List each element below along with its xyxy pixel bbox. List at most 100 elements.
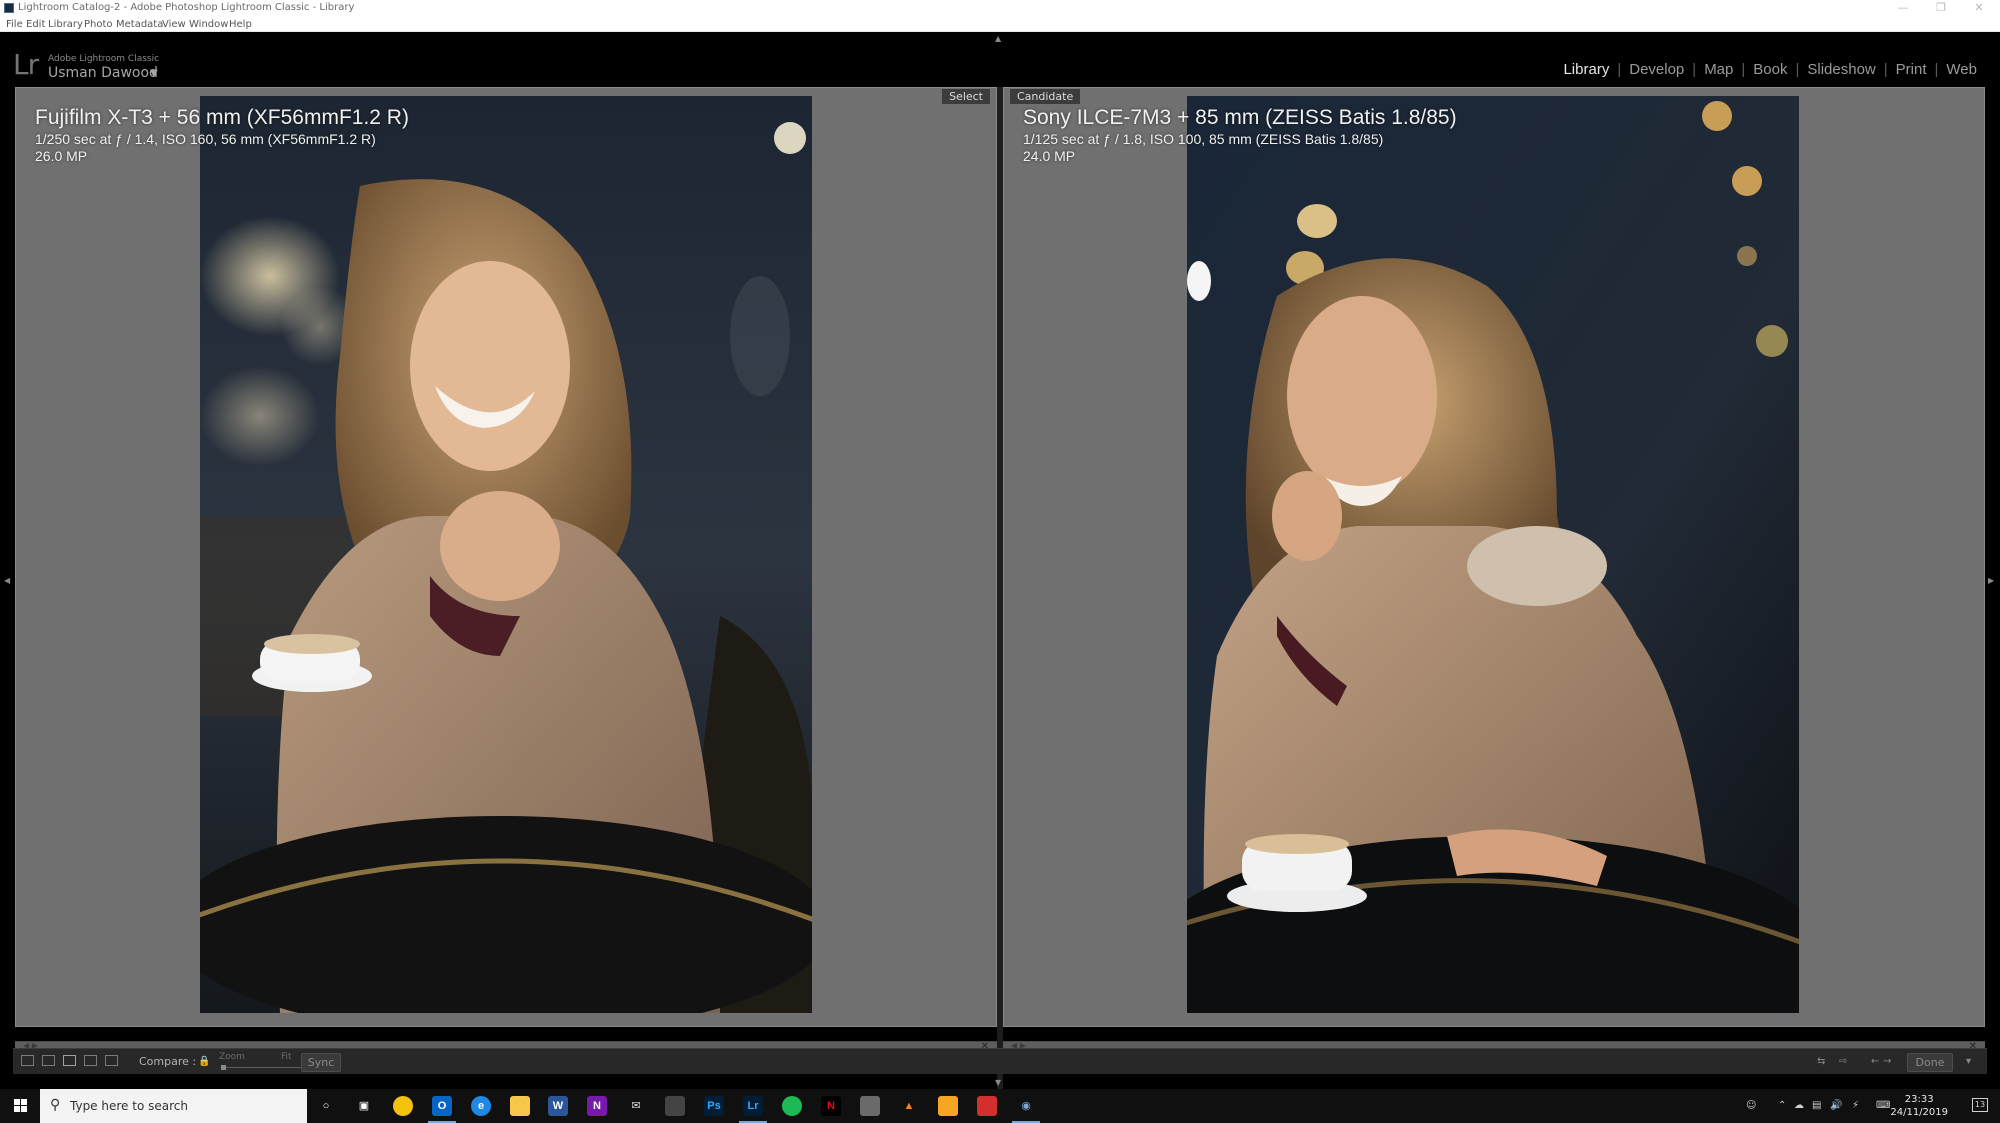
module-book[interactable]: Book	[1745, 61, 1795, 78]
done-button[interactable]: Done	[1907, 1053, 1953, 1072]
prev-arrow-icon[interactable]: ←	[1871, 1056, 1879, 1067]
filmstrip-toggle-icon[interactable]: ▼	[995, 1078, 1001, 1087]
identity-dropdown-icon[interactable]: ▼	[150, 68, 158, 79]
module-slideshow[interactable]: Slideshow	[1799, 61, 1883, 78]
grid-view-icon[interactable]	[21, 1055, 34, 1066]
zoom-slider-knob[interactable]	[221, 1065, 226, 1070]
compare-view-icon[interactable]	[63, 1055, 76, 1066]
zoom-label: Zoom	[219, 1052, 245, 1062]
loupe-view-icon[interactable]	[42, 1055, 55, 1066]
menu-photo[interactable]: Photo	[84, 19, 113, 30]
candidate-megapixels: 24.0 MP	[1023, 148, 1076, 164]
select-megapixels: 26.0 MP	[35, 148, 88, 164]
toolbar-menu-icon[interactable]: ▾	[1966, 1056, 1971, 1067]
calculator-icon[interactable]	[665, 1096, 685, 1116]
people-view-icon[interactable]	[105, 1055, 118, 1066]
candidate-photo-info: Sony ILCE-7M3 + 85 mm (ZEISS Batis 1.8/8…	[1023, 105, 1457, 165]
candidate-exposure-info: 1/125 sec at ƒ / 1.8, ISO 100, 85 mm (ZE…	[1023, 131, 1384, 147]
module-develop[interactable]: Develop	[1621, 61, 1692, 78]
select-pane[interactable]: Select Fujifilm X-T3 + 56 mm (XF56mmF1.2…	[15, 87, 997, 1054]
survey-view-icon[interactable]	[84, 1055, 97, 1066]
photoshop-icon[interactable]: Ps	[704, 1096, 724, 1116]
left-panel-toggle-icon[interactable]: ◀	[4, 576, 10, 585]
pdf-app-icon[interactable]	[977, 1096, 997, 1116]
menu-file[interactable]: File	[6, 19, 23, 30]
cortana-icon[interactable]: ○	[316, 1096, 336, 1116]
windows-start-icon[interactable]	[14, 1099, 28, 1113]
module-picker: Library | Develop | Map | Book | Slidesh…	[1555, 59, 1985, 79]
compare-label: Compare :	[139, 1055, 197, 1068]
menu-edit[interactable]: Edit	[26, 19, 45, 30]
search-placeholder: Type here to search	[70, 1099, 188, 1113]
menu-window[interactable]: Window	[189, 19, 228, 30]
select-tag: Select	[942, 89, 990, 104]
module-library[interactable]: Library	[1555, 61, 1617, 78]
candidate-pane[interactable]: Candidate Sony ILCE-7M3 + 85 mm (ZEISS B…	[1003, 87, 1985, 1054]
zoom-slider-track[interactable]	[221, 1067, 301, 1068]
outlook-icon[interactable]: O	[428, 1096, 456, 1123]
spotify-icon[interactable]	[782, 1096, 802, 1116]
make-select-icon[interactable]: ⇨	[1839, 1056, 1847, 1067]
lightroom-app-icon	[4, 3, 14, 13]
taskbar-clock[interactable]: 23:33 24/11/2019	[1890, 1093, 1948, 1119]
sync-button[interactable]: Sync	[301, 1053, 341, 1072]
identity-plate-user[interactable]: Usman Dawood	[48, 65, 158, 81]
notification-center-icon[interactable]: 13	[1972, 1098, 1988, 1112]
app-grid-icon[interactable]	[860, 1096, 880, 1116]
select-exposure-info: 1/250 sec at ƒ / 1.4, ISO 160, 56 mm (XF…	[35, 131, 376, 147]
menu-view[interactable]: View	[162, 19, 186, 30]
window-title: Lightroom Catalog-2 - Adobe Photoshop Li…	[18, 2, 355, 13]
netflix-icon[interactable]: N	[821, 1096, 841, 1116]
select-camera-lens: Fujifilm X-T3 + 56 mm (XF56mmF1.2 R)	[35, 106, 409, 129]
vlc-icon[interactable]: ▲	[899, 1096, 919, 1116]
fit-label: Fit	[281, 1052, 292, 1062]
volume-icon[interactable]: 🔊	[1830, 1100, 1842, 1111]
lightroom-logo: Lr	[13, 48, 39, 81]
taskbar: ⚲ Type here to search ○ ▣ O e W N ✉ Ps L…	[0, 1089, 2000, 1123]
minimize-icon[interactable]: —	[1890, 1, 1916, 15]
module-print[interactable]: Print	[1888, 61, 1935, 78]
power-icon[interactable]: ⚡	[1852, 1100, 1859, 1111]
restore-icon[interactable]: ❐	[1928, 1, 1954, 15]
module-map[interactable]: Map	[1696, 61, 1741, 78]
lightroom-icon[interactable]: Lr	[739, 1096, 767, 1123]
window-titlebar: Lightroom Catalog-2 - Adobe Photoshop Li…	[0, 0, 2000, 17]
candidate-camera-lens: Sony ILCE-7M3 + 85 mm (ZEISS Batis 1.8/8…	[1023, 106, 1457, 129]
product-name: Adobe Lightroom Classic	[48, 54, 160, 64]
menu-bar: File Edit Library Photo Metadata View Wi…	[0, 17, 2000, 32]
clock-date: 24/11/2019	[1890, 1107, 1948, 1118]
select-photo-info: Fujifilm X-T3 + 56 mm (XF56mmF1.2 R) 1/2…	[35, 105, 409, 165]
select-photo[interactable]	[200, 96, 812, 1013]
top-panel: ▲ Lr Adobe Lightroom Classic Usman Dawoo…	[0, 32, 2000, 87]
keyboard-icon[interactable]: ⌨	[1876, 1100, 1890, 1111]
task-view-icon[interactable]: ▣	[354, 1096, 374, 1116]
word-icon[interactable]: W	[548, 1096, 568, 1116]
menu-metadata[interactable]: Metadata	[116, 19, 163, 30]
candidate-tag: Candidate	[1010, 89, 1081, 104]
people-icon[interactable]: ☺	[1746, 1100, 1756, 1111]
photos-app-icon[interactable]	[938, 1096, 958, 1116]
candidate-photo[interactable]	[1187, 96, 1799, 1013]
show-hidden-icons[interactable]: ⌃	[1778, 1100, 1786, 1111]
menu-library[interactable]: Library	[48, 19, 83, 30]
taskbar-search[interactable]: ⚲ Type here to search	[40, 1089, 307, 1123]
network-icon[interactable]: ▤	[1812, 1100, 1821, 1111]
close-icon[interactable]: ✕	[1966, 1, 1992, 15]
chrome-icon[interactable]	[393, 1096, 413, 1116]
clock-time: 23:33	[1904, 1094, 1934, 1105]
search-icon: ⚲	[50, 1097, 61, 1113]
onenote-icon[interactable]: N	[587, 1096, 607, 1116]
capture-app-icon[interactable]: ◉	[1012, 1096, 1040, 1123]
menu-help[interactable]: Help	[229, 19, 252, 30]
file-explorer-icon[interactable]	[510, 1096, 530, 1116]
lock-icon[interactable]: 🔒	[198, 1056, 210, 1067]
module-web[interactable]: Web	[1938, 61, 1985, 78]
right-panel-toggle-icon[interactable]: ▶	[1988, 576, 1994, 585]
next-arrow-icon[interactable]: →	[1883, 1056, 1891, 1067]
onedrive-icon[interactable]: ☁	[1794, 1100, 1804, 1111]
edge-icon[interactable]: e	[471, 1096, 491, 1116]
top-panel-toggle-icon[interactable]: ▲	[995, 34, 1001, 43]
mail-icon[interactable]: ✉	[626, 1096, 646, 1116]
swap-icon[interactable]: ⇆	[1817, 1056, 1825, 1067]
library-toolbar: Compare : 🔒 Zoom Fit Sync ⇆ ⇨ ← → Done ▾	[13, 1048, 1987, 1074]
